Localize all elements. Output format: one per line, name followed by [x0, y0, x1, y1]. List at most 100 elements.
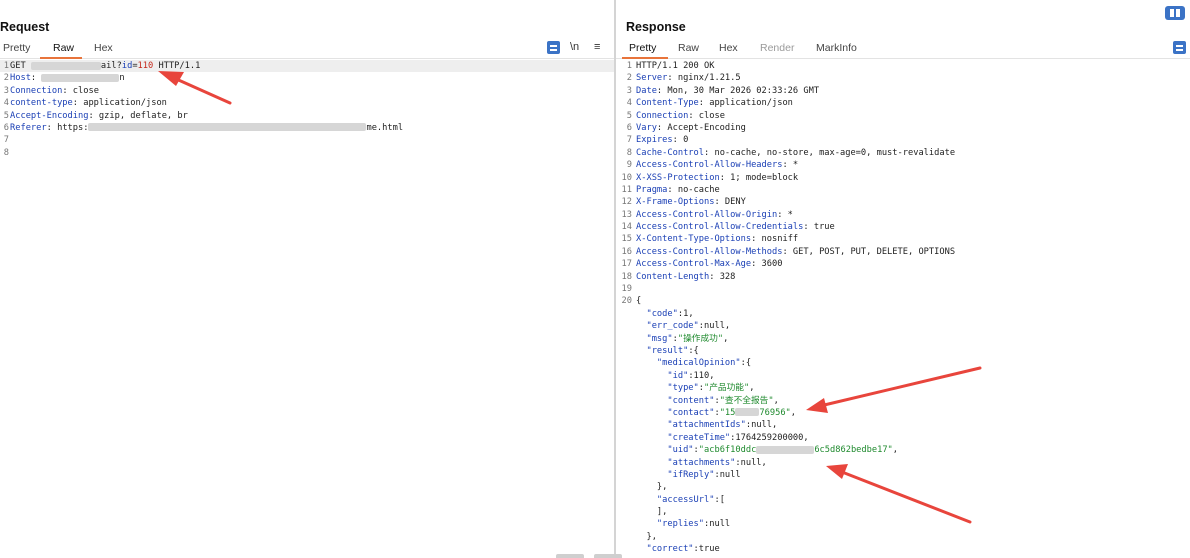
- code-line[interactable]: 10 X-XSS-Protection: 1; mode=block: [620, 172, 1190, 184]
- code-line[interactable]: 8: [0, 147, 614, 159]
- code-line[interactable]: "attachmentIds":null,: [620, 419, 1190, 431]
- code-token: : 328: [709, 271, 736, 282]
- code-line[interactable]: 19: [620, 283, 1190, 295]
- code-line[interactable]: "msg":"操作成功",: [620, 333, 1190, 345]
- code-line[interactable]: 12 X-Frame-Options: DENY: [620, 196, 1190, 208]
- code-line[interactable]: 6 Referer: https: me.html: [0, 122, 614, 134]
- code-token: : GET, POST, PUT, DELETE, OPTIONS: [782, 246, 956, 257]
- code-line[interactable]: "code":1,: [620, 308, 1190, 320]
- code-token: : nosniff: [751, 234, 799, 245]
- code-line[interactable]: 16 Access-Control-Allow-Methods: GET, POS…: [620, 246, 1190, 258]
- code-token: :null,: [735, 457, 767, 468]
- code-token: Content-Type: [636, 98, 699, 109]
- request-menu-icon[interactable]: ≡: [594, 41, 600, 53]
- code-line[interactable]: 17 Access-Control-Max-Age: 3600: [620, 258, 1190, 270]
- code-line[interactable]: 9 Access-Control-Allow-Headers: *: [620, 159, 1190, 171]
- code-line[interactable]: 11 Pragma: no-cache: [620, 184, 1190, 196]
- line-text: "msg":"操作成功",: [636, 333, 728, 345]
- code-line[interactable]: "err_code":null,: [620, 320, 1190, 332]
- code-token: "contact": [667, 407, 715, 418]
- code-line[interactable]: 18 Content-Length: 328: [620, 271, 1190, 283]
- line-text: Access-Control-Allow-Headers: *: [636, 159, 798, 171]
- code-line[interactable]: 6 Vary: Accept-Encoding: [620, 122, 1190, 134]
- line-number: 14: [621, 222, 632, 233]
- request-tab-raw[interactable]: Raw: [53, 42, 74, 54]
- line-text: Date: Mon, 30 Mar 2026 02:33:26 GMT: [636, 85, 819, 97]
- code-token: : application/json: [72, 98, 167, 109]
- code-line[interactable]: "contact":"15 76956",: [620, 407, 1190, 419]
- line-text: "code":1,: [636, 308, 694, 320]
- request-pane: Request Pretty Raw Hex \n ≡ 1 GET ail?id=…: [0, 0, 614, 558]
- code-token: "msg": [646, 333, 673, 344]
- code-line[interactable]: 5 Accept-Encoding: gzip, deflate, br: [0, 110, 614, 122]
- response-inspector-icon[interactable]: [1173, 41, 1186, 54]
- code-line[interactable]: 7 Expires: 0: [620, 134, 1190, 146]
- code-token: Access-Control-Allow-Methods: [636, 246, 783, 257]
- request-editor[interactable]: 1 GET ail?id=110 HTTP/1.1 2 Host: n 3 Connect…: [0, 60, 614, 159]
- code-line[interactable]: 5 Connection: close: [620, 110, 1190, 122]
- code-line[interactable]: 2 Host: n: [0, 72, 614, 84]
- code-line[interactable]: 1 GET ail?id=110 HTTP/1.1: [0, 60, 614, 73]
- code-line[interactable]: "id":110,: [620, 370, 1190, 382]
- line-text: "accessUrl":[: [636, 494, 725, 506]
- code-line[interactable]: 4 content-type: application/json: [0, 97, 614, 109]
- code-line[interactable]: },: [620, 531, 1190, 543]
- line-number: 5: [626, 110, 632, 121]
- newline-toggle-icon[interactable]: \n: [570, 41, 579, 53]
- code-line[interactable]: 13 Access-Control-Allow-Origin: *: [620, 209, 1190, 221]
- response-tab-render[interactable]: Render: [760, 42, 794, 54]
- line-number: 7: [626, 135, 632, 146]
- code-line[interactable]: "replies":null: [620, 518, 1190, 530]
- code-line[interactable]: 3 Date: Mon, 30 Mar 2026 02:33:26 GMT: [620, 85, 1190, 97]
- code-line[interactable]: 3 Connection: close: [0, 85, 614, 97]
- response-tab-raw[interactable]: Raw: [678, 42, 699, 54]
- line-text: "type":"产品功能",: [636, 382, 754, 394]
- code-token: :[: [714, 494, 725, 505]
- code-line[interactable]: "medicalOpinion":{: [620, 357, 1190, 369]
- code-line[interactable]: "content":"查不全报告",: [620, 395, 1190, 407]
- code-token: "acb6f10ddc: [698, 445, 757, 456]
- scroll-handle[interactable]: [594, 554, 622, 558]
- code-line[interactable]: 4 Content-Type: application/json: [620, 97, 1190, 109]
- response-tab-markinfo[interactable]: MarkInfo: [816, 42, 857, 54]
- code-line[interactable]: "createTime":1764259200000,: [620, 432, 1190, 444]
- code-token: "attachments": [667, 457, 736, 468]
- code-line[interactable]: 2 Server: nginx/1.21.5: [620, 72, 1190, 84]
- layout-toggle-button[interactable]: [1165, 6, 1185, 20]
- code-line[interactable]: "result":{: [620, 345, 1190, 357]
- response-tab-pretty[interactable]: Pretty: [629, 42, 656, 54]
- request-inspector-icon[interactable]: [547, 41, 560, 54]
- code-line[interactable]: "uid":"acb6f10ddc 6c5d862bedbe17",: [620, 444, 1190, 456]
- code-token: Vary: [636, 122, 657, 133]
- code-line[interactable]: "ifReply":null: [620, 469, 1190, 481]
- request-tab-pretty[interactable]: Pretty: [3, 42, 30, 54]
- response-editor[interactable]: 1 HTTP/1.1 200 OK 2 Server: nginx/1.21.5 3 Da…: [620, 60, 1190, 556]
- line-text: Accept-Encoding: gzip, deflate, br: [10, 110, 188, 122]
- code-line[interactable]: "correct":true: [620, 543, 1190, 555]
- code-token: :1,: [677, 308, 694, 319]
- code-token: : DENY: [714, 197, 746, 208]
- code-line[interactable]: 1 HTTP/1.1 200 OK: [620, 60, 1190, 72]
- code-token: Host: [10, 73, 31, 84]
- response-tab-hex[interactable]: Hex: [719, 42, 738, 54]
- redacted-text: [735, 408, 760, 417]
- code-line[interactable]: "attachments":null,: [620, 457, 1190, 469]
- code-line[interactable]: 20 {: [620, 295, 1190, 307]
- line-number: 1: [3, 61, 9, 71]
- code-token: n: [119, 73, 125, 84]
- code-line[interactable]: ],: [620, 506, 1190, 518]
- code-token: : 3600: [751, 259, 783, 270]
- code-line[interactable]: 8 Cache-Control: no-cache, no-store, max-…: [620, 147, 1190, 159]
- code-line[interactable]: "accessUrl":[: [620, 494, 1190, 506]
- code-line[interactable]: 7: [0, 134, 614, 146]
- code-line[interactable]: "type":"产品功能",: [620, 382, 1190, 394]
- code-line[interactable]: },: [620, 481, 1190, 493]
- scroll-handle[interactable]: [556, 554, 584, 558]
- line-number: 10: [621, 172, 632, 183]
- code-line[interactable]: 15 X-Content-Type-Options: nosniff: [620, 233, 1190, 245]
- code-line[interactable]: 14 Access-Control-Allow-Credentials: true: [620, 221, 1190, 233]
- request-tab-hex[interactable]: Hex: [94, 42, 113, 54]
- code-token: Date: [636, 85, 657, 96]
